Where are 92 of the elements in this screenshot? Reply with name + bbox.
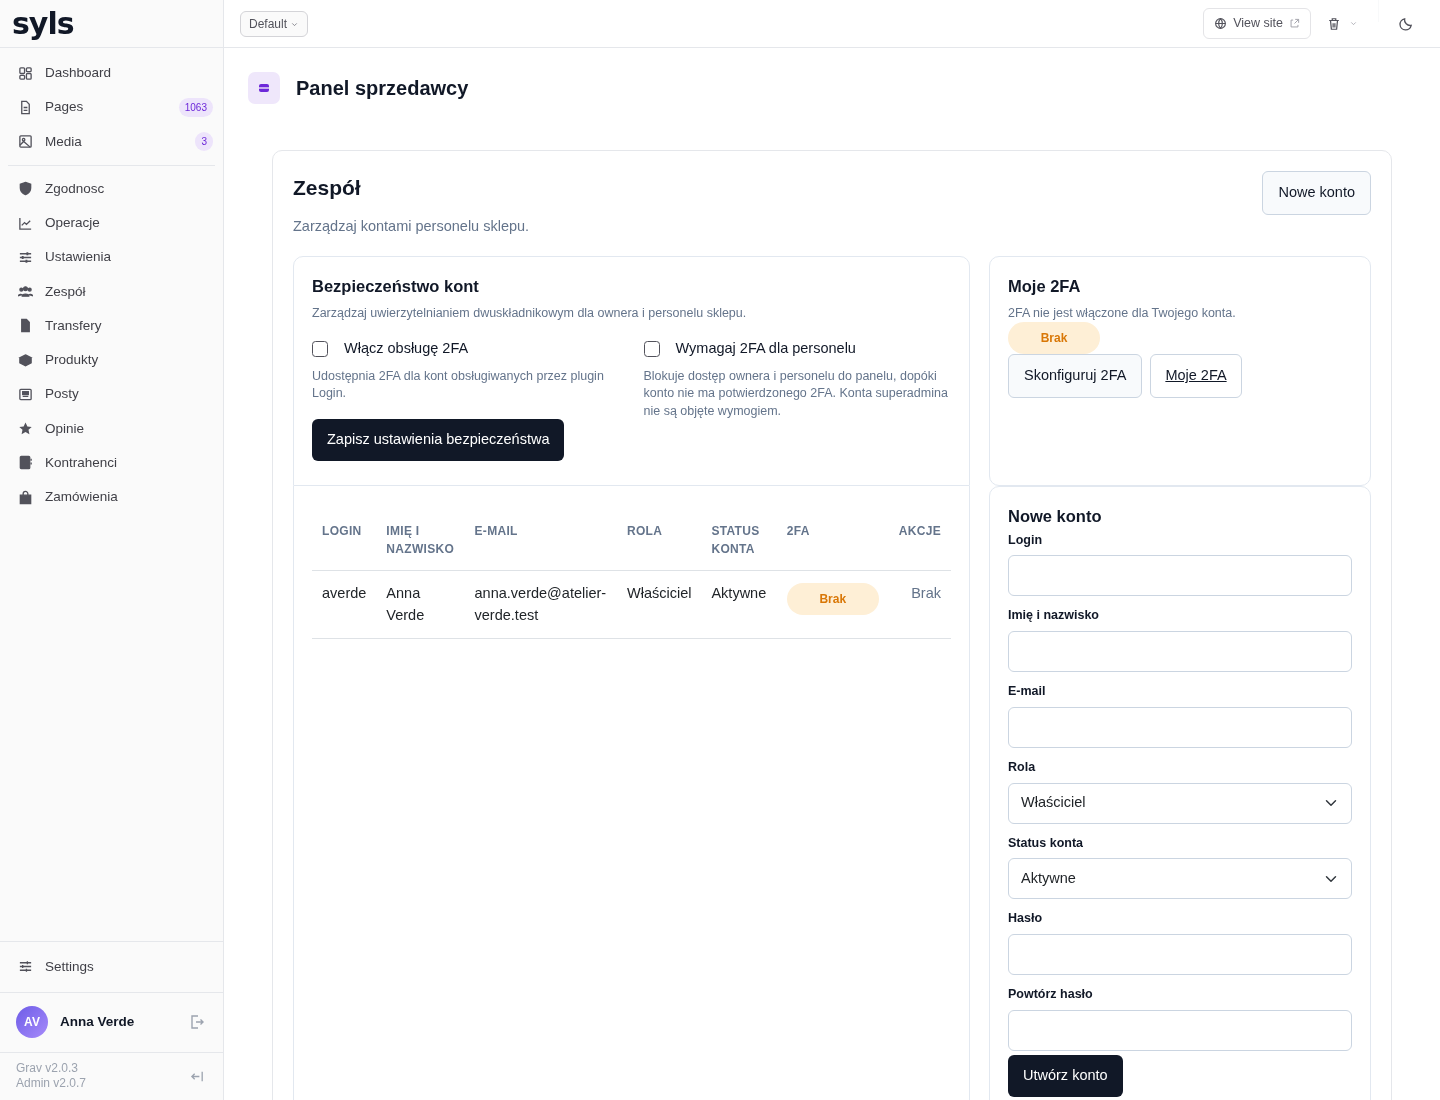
logo[interactable]: syls: [12, 8, 74, 39]
section-subtitle: Zarządzaj kontami personelu sklepu.: [293, 217, 530, 237]
image-icon: [18, 134, 33, 150]
contact-card-icon: [18, 455, 33, 471]
nav-item[interactable]: Media 3: [0, 124, 223, 159]
checkbox-label: Włącz obsługę 2FA: [344, 339, 469, 359]
column-header: IMIĘ I NAZWISKO: [376, 509, 465, 571]
box-icon: [18, 352, 33, 368]
input-field[interactable]: [1008, 631, 1352, 673]
help-text: Udostępnia 2FA dla kont obsługiwanych przez plugin Login.: [312, 368, 605, 403]
field-label: E-mail: [1008, 683, 1047, 701]
checkbox[interactable]: [643, 341, 660, 358]
nav-item[interactable]: Dashboard: [0, 56, 223, 91]
nav-item[interactable]: Pages 1063: [0, 90, 223, 125]
logout-icon: [189, 1014, 205, 1031]
checkbox-label: Wymagaj 2FA dla personelu: [675, 339, 856, 359]
shield-icon: [18, 181, 33, 197]
field-label: Rola: [1008, 759, 1037, 776]
external-link-icon: [1289, 18, 1300, 29]
select-field[interactable]: Właściciel: [1008, 782, 1352, 824]
table-cell: Właściciel: [617, 570, 702, 639]
star-icon: [18, 421, 33, 437]
setup-button[interactable]: Skonfiguruj 2FA: [1008, 354, 1143, 398]
field-label: Imię i nazwisko: [1008, 607, 1100, 625]
nav-item[interactable]: Kontrahenci: [0, 445, 223, 480]
status-badge: Brak: [786, 582, 879, 615]
field-label: Status konta: [1008, 834, 1084, 852]
bag-icon: [18, 489, 33, 505]
environment-dropdown[interactable]: Default: [240, 10, 309, 37]
version-text: Grav v2.0.3: [16, 1060, 80, 1077]
nav-item[interactable]: Produkty: [0, 343, 223, 378]
table-cell: Anna Verde: [376, 570, 465, 639]
input-field[interactable]: [1008, 934, 1352, 976]
column-header: ROLA: [617, 509, 702, 571]
column-header: STATUS KONTA: [701, 509, 777, 571]
column-header: 2FA: [776, 509, 889, 571]
page-title: Panel sprzedawcy: [296, 76, 469, 100]
checkbox[interactable]: [312, 341, 328, 358]
globe-icon: [1214, 17, 1228, 30]
avatar: AV: [16, 1006, 48, 1039]
card-description: Zarządzaj uwierzytelnianiem dwuskładnikowym dla ownera i personelu sklepu.: [312, 304, 748, 322]
input-field[interactable]: [1008, 1010, 1352, 1051]
table-cell: averde: [312, 570, 377, 639]
user-name: Anna Verde: [60, 1013, 135, 1032]
nav-item[interactable]: Zespół: [0, 274, 223, 309]
grid-icon: [18, 65, 33, 81]
nav-item[interactable]: Settings: [0, 949, 223, 984]
table-cell: Aktywne: [701, 570, 777, 639]
help-text: Blokuje dostęp ownera i personelu do panelu, dopóki konto nie ma potwierdzonego 2FA. Konta superadmina nie są objęte wymogiem.: [643, 368, 949, 420]
nav-item[interactable]: Posty: [0, 377, 223, 412]
people-icon: [18, 284, 33, 300]
column-header: LOGIN: [312, 509, 377, 571]
nav-item[interactable]: Ustawienia: [0, 240, 223, 275]
view-site-button[interactable]: View site: [1203, 8, 1311, 39]
field-label: Powtórz hasło: [1008, 986, 1094, 1004]
table-cell: anna.verde@atelier-verde.test: [464, 570, 617, 639]
moon-icon: [1399, 16, 1414, 31]
nav-item[interactable]: Zgodnosc: [0, 171, 223, 206]
file-icon: [18, 318, 33, 334]
trash-icon: [1327, 16, 1341, 31]
card-title: Moje 2FA: [1008, 276, 1082, 297]
nav-item[interactable]: Opinie: [0, 411, 223, 446]
count-badge: 3: [195, 132, 213, 152]
sliders-icon: [18, 249, 33, 265]
nav-item[interactable]: Zamówienia: [0, 480, 223, 515]
card-title: Nowe konto: [1008, 506, 1103, 527]
sliders-icon: [18, 959, 33, 975]
card-title: Bezpieczeństwo kont: [312, 276, 480, 297]
field-label: Login: [1008, 531, 1043, 549]
document-icon: [18, 99, 33, 115]
select-field[interactable]: Aktywne: [1008, 858, 1352, 900]
new-account-button[interactable]: Nowe konto: [1262, 171, 1371, 215]
section-title: Zespół: [293, 175, 362, 201]
input-field[interactable]: [1008, 707, 1352, 748]
save-button[interactable]: Zapisz ustawienia bezpieczeństwa: [312, 419, 565, 461]
table-cell: Brak: [888, 570, 951, 639]
nav-item[interactable]: Transfery: [0, 308, 223, 343]
chevron-icon: [1349, 19, 1358, 28]
column-header: E-MAIL: [464, 509, 617, 571]
store-icon: [248, 72, 280, 104]
column-header: AKCJE: [888, 509, 951, 571]
input-field[interactable]: [1008, 555, 1352, 597]
newspaper-icon: [18, 386, 33, 402]
count-badge: 1063: [178, 97, 213, 117]
link-button[interactable]: Moje 2FA: [1150, 354, 1242, 398]
create-account-button[interactable]: Utwórz konto: [1008, 1055, 1123, 1097]
status-badge: Brak: [1008, 322, 1100, 355]
field-label: Hasło: [1008, 910, 1044, 928]
version-text: Admin v2.0.7: [16, 1076, 87, 1092]
chart-icon: [18, 215, 33, 231]
nav-item[interactable]: Operacje: [0, 206, 223, 241]
card-description: 2FA nie jest włączone dla Twojego konta.: [1008, 304, 1237, 322]
